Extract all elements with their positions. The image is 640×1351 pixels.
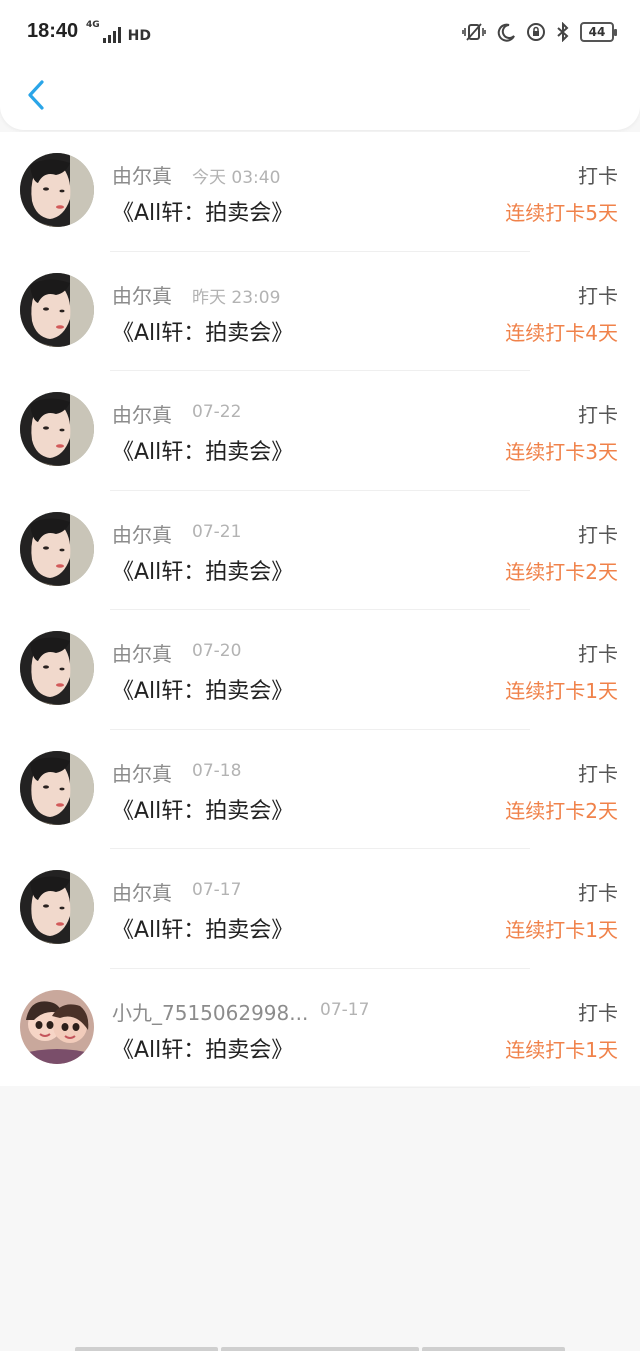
list-item[interactable]: 由尔真 今天 03:40 《All轩：拍卖会》 打卡连续打卡5天 <box>0 132 640 252</box>
action-label: 打卡 <box>578 881 618 905</box>
book-title[interactable]: 《All轩：拍卖会》 <box>112 315 293 347</box>
avatar[interactable] <box>20 750 94 825</box>
header: 18:40 4G HD 44 <box>0 0 640 130</box>
checkin-records-page: 18:40 4G HD 44 由尔真 今天 03:40 《All轩：拍卖会》 打… <box>0 0 640 1351</box>
moon-icon <box>496 22 516 42</box>
avatar[interactable] <box>20 989 94 1064</box>
book-title[interactable]: 《All轩：拍卖会》 <box>112 195 293 227</box>
book-title[interactable]: 《All轩：拍卖会》 <box>112 1032 293 1064</box>
action-label: 打卡 <box>578 403 618 427</box>
user-name[interactable]: 由尔真 <box>112 160 172 189</box>
book-title[interactable]: 《All轩：拍卖会》 <box>112 554 293 586</box>
signal-icon <box>102 27 121 43</box>
book-title[interactable]: 《All轩：拍卖会》 <box>112 434 293 466</box>
book-title[interactable]: 《All轩：拍卖会》 <box>112 912 293 944</box>
streak-badge: 连续打卡1天 <box>505 679 618 703</box>
checkin-record-list: 由尔真 今天 03:40 《All轩：拍卖会》 打卡 连续打卡5天 由尔真 昨天 23:0… <box>0 132 640 1088</box>
post-time: 07-22 <box>192 402 242 422</box>
list-item[interactable]: 由尔真 07-17 《All轩：拍卖会》 打卡连续打卡1天 <box>0 849 640 969</box>
system-icons: 44 <box>462 21 617 43</box>
avatar[interactable] <box>20 153 94 227</box>
list-item[interactable]: 由尔真 07-22 《All轩：拍卖会》 打卡连续打卡3天 <box>0 371 640 491</box>
user-name[interactable]: 小九_7515062998... <box>112 997 308 1026</box>
status-time: 18:40 <box>27 20 79 42</box>
post-time: 昨天 23:09 <box>192 287 281 308</box>
book-title[interactable]: 《All轩：拍卖会》 <box>112 673 293 705</box>
list-item[interactable]: 由尔真 07-20 《All轩：拍卖会》 打卡连续打卡1天 <box>0 610 640 730</box>
avatar[interactable] <box>20 392 94 466</box>
post-time: 今天 03:40 <box>192 168 281 188</box>
list-item[interactable]: 由尔真 07-18 《All轩：拍卖会》 打卡连续打卡2天 <box>0 730 640 849</box>
user-name[interactable]: 由尔真 <box>112 638 172 667</box>
streak-badge: 连续打卡1天 <box>505 918 618 942</box>
avatar[interactable] <box>20 272 94 347</box>
user-name[interactable]: 由尔真 <box>112 519 172 548</box>
avatar[interactable] <box>20 511 94 586</box>
status-bar: 18:40 4G HD 44 <box>0 0 640 64</box>
action-label: 打卡 <box>578 642 618 666</box>
battery-icon: 44 <box>580 22 617 42</box>
post-time: 07-17 <box>192 880 242 900</box>
avatar[interactable] <box>20 631 94 705</box>
streak-badge: 连续打卡2天 <box>505 559 618 584</box>
action-label: 打卡 <box>578 522 618 547</box>
streak-badge: 连续打卡2天 <box>505 798 618 823</box>
hd-label: HD <box>127 28 151 44</box>
post-time: 07-18 <box>192 760 242 781</box>
battery-level: 44 <box>588 25 606 39</box>
chevron-left-icon <box>28 80 44 110</box>
vibrate-icon <box>462 22 486 42</box>
list-item[interactable]: 由尔真 07-21 《All轩：拍卖会》 打卡连续打卡2天 <box>0 491 640 610</box>
bluetooth-icon <box>556 22 570 42</box>
post-time: 07-17 <box>320 999 370 1020</box>
post-time: 07-21 <box>192 521 242 542</box>
action-label: 打卡 <box>578 761 618 786</box>
rotation-lock-icon <box>526 22 546 42</box>
book-title[interactable]: 《All轩：拍卖会》 <box>112 793 293 825</box>
user-name[interactable]: 由尔真 <box>112 877 172 906</box>
action-label: 打卡 <box>578 1000 618 1025</box>
user-name[interactable]: 由尔真 <box>112 399 172 428</box>
list-item[interactable]: 由尔真 昨天 23:09 《All轩：拍卖会》 打卡连续打卡4天 <box>0 252 640 371</box>
back-button[interactable] <box>18 76 54 114</box>
action-label: 打卡 <box>578 164 618 188</box>
network-indicators: 4G HD <box>86 21 151 43</box>
user-name[interactable]: 由尔真 <box>112 758 172 787</box>
gesture-bar <box>75 1347 565 1351</box>
network-type-label: 4G <box>86 20 100 30</box>
action-label: 打卡 <box>578 283 618 308</box>
row-divider <box>110 1087 530 1088</box>
streak-badge: 连续打卡1天 <box>505 1037 618 1062</box>
avatar[interactable] <box>20 870 94 944</box>
streak-badge: 连续打卡5天 <box>505 201 618 225</box>
post-time: 07-20 <box>192 641 242 661</box>
list-item[interactable]: 小九_7515062998... 07-17 《All轩：拍卖会》 打卡连续打卡1天 <box>0 969 640 1088</box>
streak-badge: 连续打卡4天 <box>505 320 618 345</box>
streak-badge: 连续打卡3天 <box>505 440 618 464</box>
user-name[interactable]: 由尔真 <box>112 280 172 309</box>
